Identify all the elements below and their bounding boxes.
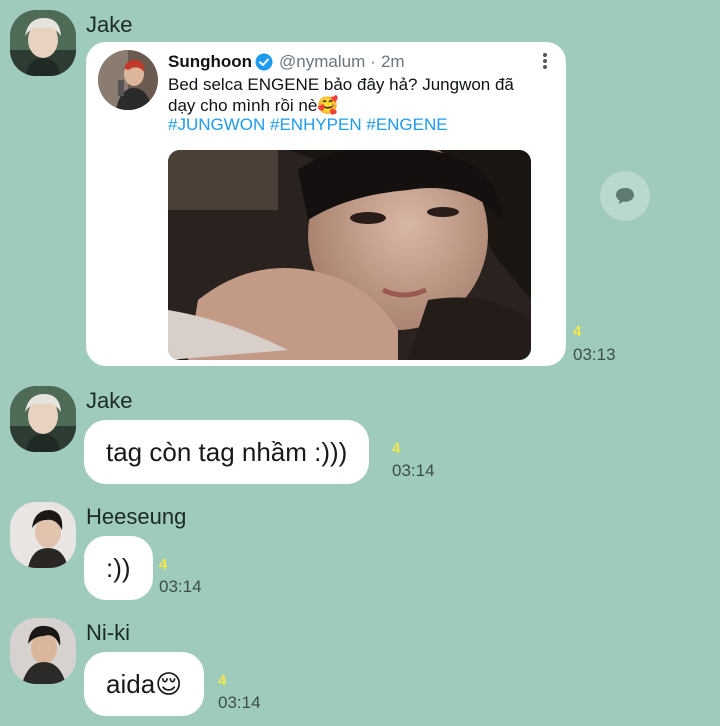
sender-name: Jake — [86, 388, 133, 413]
message-bubble[interactable]: :)) — [84, 536, 153, 600]
avatar-jake[interactable] — [10, 386, 76, 452]
share-chat-icon[interactable] — [600, 171, 650, 221]
tweet-separator: · — [370, 52, 376, 71]
tweet-text-line-1: Bed selca ENGENE bảo đây hả? Jungwon đã — [168, 75, 514, 94]
tweet-author-avatar[interactable] — [98, 50, 158, 110]
unread-count: 4 — [218, 672, 227, 689]
message-time: 03:14 — [159, 577, 202, 596]
message-bubble[interactable]: aida😌 — [84, 652, 205, 716]
sender-name: Heeseung — [86, 504, 187, 529]
tweet-text-line-2: dạy cho mình rồi nè🥰 — [168, 96, 339, 115]
tweet-author-name: Sunghoon — [168, 52, 253, 71]
tweet-hashtags[interactable]: #JUNGWON #ENHYPEN #ENGENE — [168, 115, 448, 135]
message-bubble[interactable]: tag còn tag nhầm :))) — [84, 420, 370, 484]
sender-name: Ni-ki — [86, 620, 130, 645]
sender-name: Jake — [86, 12, 133, 37]
avatar-heeseung[interactable] — [10, 502, 76, 568]
message-time: 03:14 — [218, 693, 261, 712]
more-vertical-icon[interactable] — [537, 52, 553, 72]
tweet-card[interactable]: Sunghoon @nymalum · 2m Bed selca ENGENE … — [86, 42, 566, 366]
tweet-handle: @nymalum — [279, 52, 366, 71]
unread-count: 4 — [573, 323, 582, 340]
tweet-age: 2m — [380, 52, 405, 71]
verified-badge-icon — [255, 53, 273, 71]
message-time: 03:13 — [573, 345, 616, 364]
message-time: 03:14 — [392, 461, 435, 480]
unread-count: 4 — [159, 556, 168, 573]
avatar-jake[interactable] — [10, 10, 76, 76]
avatar-niki[interactable] — [10, 618, 76, 684]
tweet-photo[interactable] — [168, 150, 531, 360]
unread-count: 4 — [392, 440, 401, 457]
